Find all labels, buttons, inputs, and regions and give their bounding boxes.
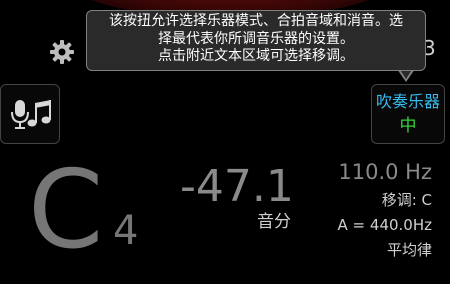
gear-icon[interactable] [49, 39, 75, 65]
cents-deviation: -47.1 [180, 161, 294, 212]
tooltip-line-1: 该按扭允许选择乐器模式、合拍音域和消音。选 [109, 13, 403, 29]
instrument-mode-button[interactable]: 吹奏乐器 中 [371, 84, 445, 144]
instrument-mode-value: 中 [399, 116, 417, 136]
note-octave: 4 [113, 208, 139, 254]
input-source-button[interactable] [0, 84, 60, 144]
temperament-setting[interactable]: 平均律 [387, 240, 432, 260]
cents-unit-label: 音分 [257, 212, 291, 232]
frequency-readout: 110.0 Hz [338, 160, 432, 184]
help-tooltip[interactable]: 该按扭允许选择乐器模式、合拍音域和消音。选 择最代表你所调音乐器的设置。 点击附… [86, 10, 426, 71]
tooltip-line-3: 点击附近文本区域可选择移调。 [158, 48, 354, 64]
tooltip-line-2: 择最代表你所调音乐器的设置。 [158, 30, 354, 47]
note-name: C [28, 148, 104, 273]
music-note-icon [27, 100, 51, 127]
reference-pitch[interactable]: A = 440.0Hz [338, 215, 432, 235]
transpose-setting[interactable]: 移调: C [382, 190, 432, 210]
instrument-mode-label: 吹奏乐器 [375, 92, 440, 111]
